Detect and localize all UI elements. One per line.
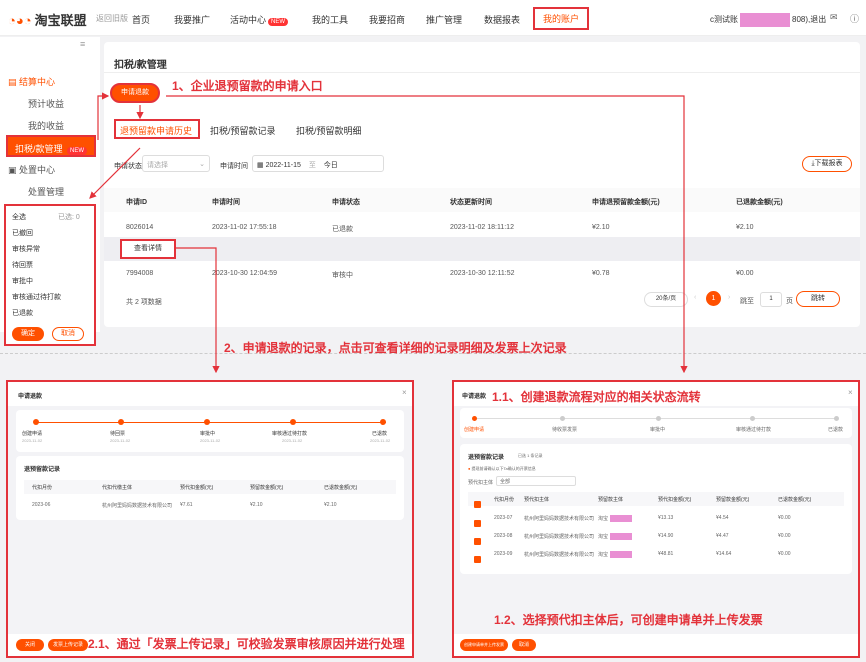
annotation-1-2: 1.2、选择预代扣主体后，可创建申请单并上传发票	[494, 613, 763, 627]
annotation-arrows	[89, 92, 688, 374]
annotation-2: 2、申请退款的记录，点击可查看详细的记录明细及发票上次记录	[224, 341, 567, 355]
annotation-2-1: 2.1、通过「发票上传记录」可校验发票审核原因并进行处理	[88, 637, 405, 651]
annotation-1-1: 1.1、创建退款流程对应的相关状态流转	[492, 390, 701, 404]
annotation-1: 1、企业退预留款的申请入口	[172, 79, 323, 93]
